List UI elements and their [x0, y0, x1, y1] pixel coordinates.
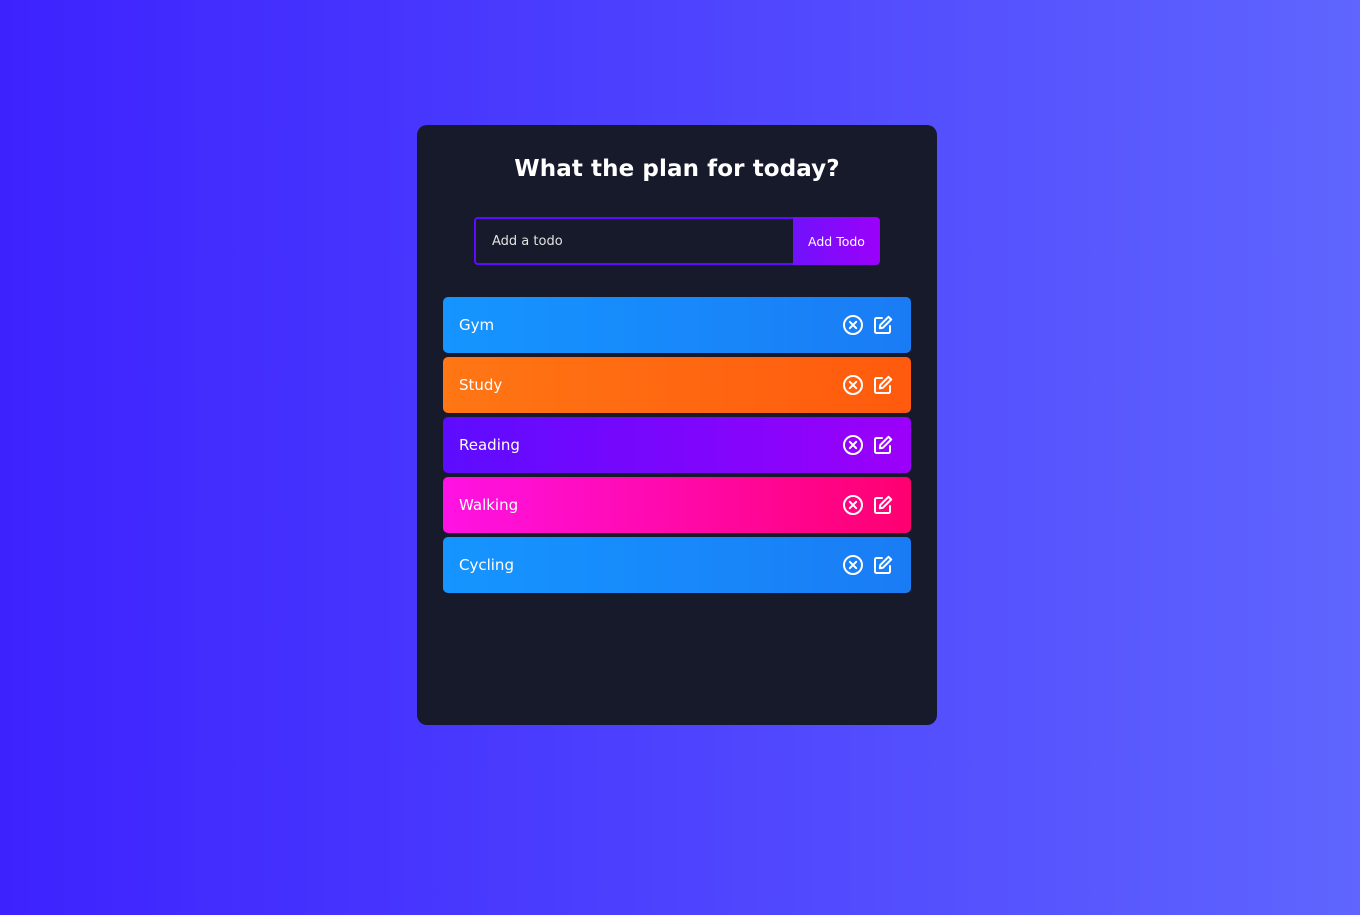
edit-icon[interactable] [872, 434, 894, 456]
edit-icon[interactable] [872, 554, 894, 576]
close-circle-icon[interactable] [842, 554, 864, 576]
todo-item-text[interactable]: Reading [459, 436, 520, 454]
todo-item-text[interactable]: Cycling [459, 556, 514, 574]
todo-item-study: Study [443, 357, 911, 413]
add-todo-button[interactable]: Add Todo [793, 217, 880, 265]
close-circle-icon[interactable] [842, 434, 864, 456]
todo-item-gym: Gym [443, 297, 911, 353]
close-circle-icon[interactable] [842, 494, 864, 516]
todo-actions [842, 554, 894, 576]
todo-input[interactable] [474, 217, 793, 265]
page-title: What the plan for today? [514, 156, 840, 182]
todo-actions [842, 494, 894, 516]
todo-item-text[interactable]: Gym [459, 316, 494, 334]
todo-list: Gym Study Reading Walking Cycling [443, 297, 911, 597]
todo-item-text[interactable]: Study [459, 376, 502, 394]
edit-icon[interactable] [872, 314, 894, 336]
todo-actions [842, 374, 894, 396]
todo-app-card: What the plan for today? Add Todo Gym St… [417, 125, 937, 725]
edit-icon[interactable] [872, 374, 894, 396]
close-circle-icon[interactable] [842, 314, 864, 336]
todo-actions [842, 434, 894, 456]
todo-item-text[interactable]: Walking [459, 496, 518, 514]
close-circle-icon[interactable] [842, 374, 864, 396]
edit-icon[interactable] [872, 494, 894, 516]
todo-item-cycling: Cycling [443, 537, 911, 593]
todo-item-walking: Walking [443, 477, 911, 533]
todo-form: Add Todo [474, 217, 880, 265]
todo-actions [842, 314, 894, 336]
todo-item-reading: Reading [443, 417, 911, 473]
